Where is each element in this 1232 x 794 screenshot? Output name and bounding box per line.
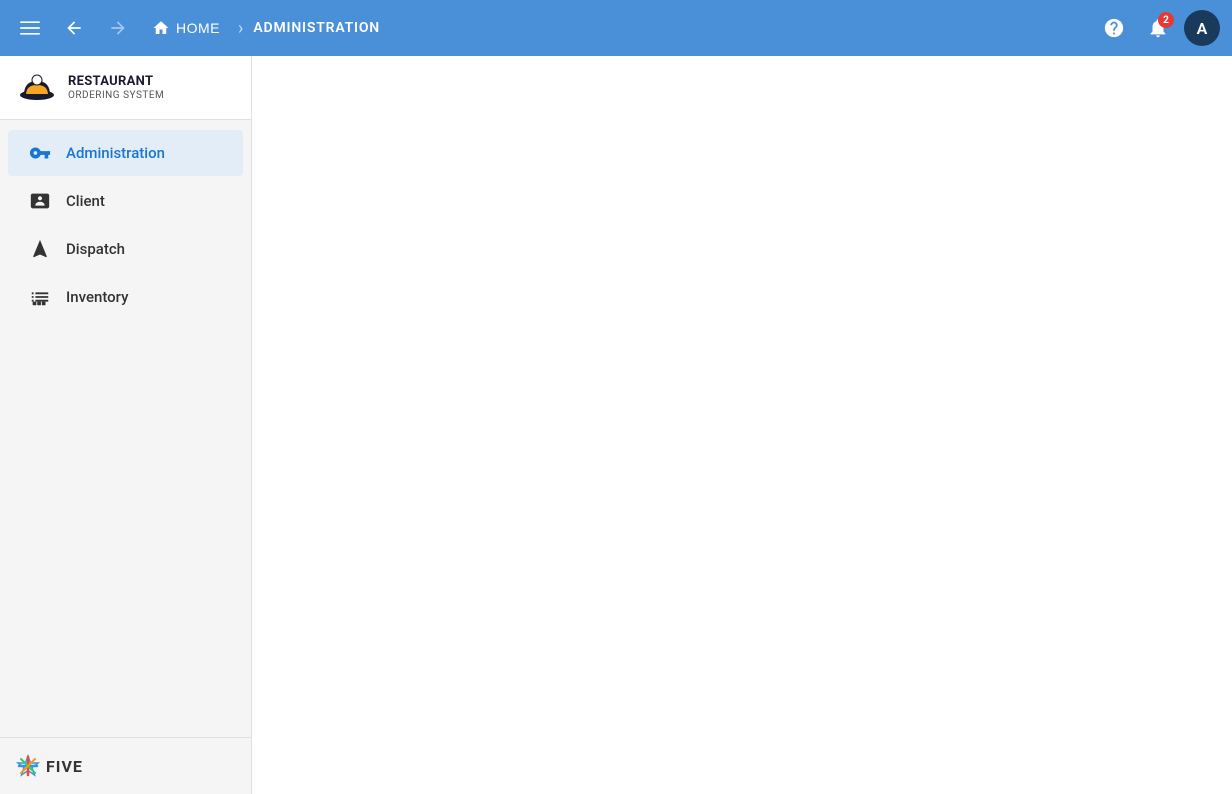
sidebar-nav: Administration Client Dispatch	[0, 120, 251, 737]
menu-icon	[20, 18, 40, 38]
forward-icon	[108, 18, 128, 38]
sidebar-item-client[interactable]: Client	[8, 178, 243, 224]
user-avatar[interactable]: A	[1184, 10, 1220, 46]
sidebar-item-dispatch[interactable]: Dispatch	[8, 226, 243, 272]
help-button[interactable]	[1096, 10, 1132, 46]
logo-text: RESTAURANT ORDERING SYSTEM	[68, 74, 164, 101]
sidebar-item-administration[interactable]: Administration	[8, 130, 243, 176]
sidebar-logo: RESTAURANT ORDERING SYSTEM	[0, 56, 251, 120]
main-content	[252, 56, 1232, 794]
logo-icon	[16, 67, 58, 109]
five-logo: FIVE	[16, 754, 83, 778]
dispatch-icon	[28, 238, 52, 260]
five-logo-icon	[16, 754, 40, 778]
home-button[interactable]: HOME	[144, 15, 228, 41]
topbar-actions: 2 A	[1096, 10, 1220, 46]
back-icon	[64, 18, 84, 38]
sidebar-item-inventory[interactable]: Inventory	[8, 274, 243, 320]
breadcrumb-separator: ›	[238, 18, 243, 39]
sidebar-item-inventory-label: Inventory	[66, 288, 128, 306]
home-label: HOME	[176, 20, 220, 36]
sidebar: RESTAURANT ORDERING SYSTEM Administratio…	[0, 56, 252, 794]
five-brand-label: FIVE	[46, 757, 83, 776]
menu-button[interactable]	[12, 10, 48, 46]
home-icon	[152, 19, 170, 37]
main-layout: RESTAURANT ORDERING SYSTEM Administratio…	[0, 56, 1232, 794]
avatar-letter: A	[1197, 19, 1208, 38]
sidebar-footer: FIVE	[0, 737, 251, 794]
key-icon	[28, 142, 52, 164]
logo-subtitle: ORDERING SYSTEM	[68, 90, 164, 101]
inventory-icon	[28, 286, 52, 308]
logo-title: RESTAURANT	[68, 74, 164, 90]
help-icon	[1103, 17, 1125, 39]
sidebar-item-dispatch-label: Dispatch	[66, 240, 125, 258]
sidebar-item-administration-label: Administration	[66, 144, 165, 162]
back-button[interactable]	[56, 10, 92, 46]
forward-button[interactable]	[100, 10, 136, 46]
client-icon	[28, 190, 52, 212]
notification-badge: 2	[1158, 12, 1174, 28]
sidebar-item-client-label: Client	[66, 192, 105, 210]
notifications-button[interactable]: 2	[1140, 10, 1176, 46]
topbar: HOME › ADMINISTRATION 2 A	[0, 0, 1232, 56]
breadcrumb-current: ADMINISTRATION	[253, 20, 380, 36]
